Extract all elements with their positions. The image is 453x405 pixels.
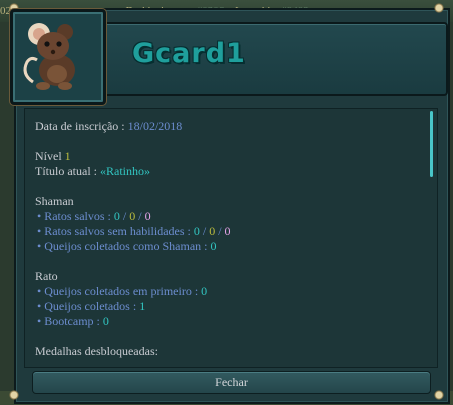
- bootcamp-value: 0: [102, 314, 109, 328]
- shaman-noskill-divine: 0: [224, 224, 231, 238]
- separator: /: [199, 224, 210, 238]
- cheese-collected-label: • Queijos coletados :: [37, 299, 140, 313]
- title-label: Título atual :: [35, 164, 100, 178]
- shaman-saved-label: • Ratos salvos :: [37, 209, 114, 223]
- separator: /: [215, 224, 225, 238]
- corner-ornament: [9, 390, 19, 400]
- mouse-avatar-icon: [23, 23, 75, 90]
- shaman-saved-row: • Ratos salvos : 0 / 0 / 0: [35, 209, 423, 224]
- first-cheese-value: 0: [201, 284, 208, 298]
- title-value: «Ratinho»: [100, 164, 150, 178]
- cheese-collected-row: • Queijos coletados : 1: [35, 299, 423, 314]
- shaman-cheese-row: • Queijos coletados como Shaman : 0: [35, 239, 423, 254]
- scrollbar[interactable]: [430, 111, 433, 177]
- registration-label: Data de inscrição :: [35, 119, 128, 133]
- shaman-cheese-label: • Queijos coletados como Shaman :: [37, 239, 211, 253]
- shaman-heading: Shaman: [35, 194, 74, 208]
- close-button[interactable]: Fechar: [32, 371, 431, 394]
- shaman-saved-noskill-row: • Ratos salvos sem habilidades : 0 / 0 /…: [35, 224, 423, 239]
- profile-header: Gcard1: [102, 22, 448, 96]
- separator: /: [135, 209, 145, 223]
- registration-date: 18/02/2018: [127, 119, 183, 133]
- corner-ornament: [434, 390, 444, 400]
- profile-details-panel[interactable]: Data de inscrição : 18/02/2018 Nível 1 T…: [24, 108, 438, 368]
- mouse-heading: Rato: [35, 269, 58, 283]
- separator: /: [119, 209, 130, 223]
- medals-label: Medalhas desbloqueadas:: [35, 344, 158, 358]
- avatar: [10, 9, 106, 105]
- bootcamp-label: • Bootcamp :: [37, 314, 103, 328]
- title-row: Título atual : «Ratinho»: [35, 164, 423, 179]
- cheese-collected-value: 1: [139, 299, 146, 313]
- shaman-saved-noskill-label: • Ratos salvos sem habilidades :: [37, 224, 194, 238]
- shaman-saved-divine: 0: [144, 209, 151, 223]
- first-cheese-row: • Queijos coletados em primeiro : 0: [35, 284, 423, 299]
- bootcamp-row: • Bootcamp : 0: [35, 314, 423, 329]
- first-cheese-label: • Queijos coletados em primeiro :: [37, 284, 202, 298]
- level-row: Nível 1: [35, 149, 423, 164]
- registration-row: Data de inscrição : 18/02/2018: [35, 119, 423, 134]
- level-label: Nível: [35, 149, 65, 163]
- level-value: 1: [64, 149, 71, 163]
- player-name: Gcard1: [132, 38, 246, 69]
- corner-ornament: [434, 3, 444, 13]
- shaman-cheese-value: 0: [210, 239, 217, 253]
